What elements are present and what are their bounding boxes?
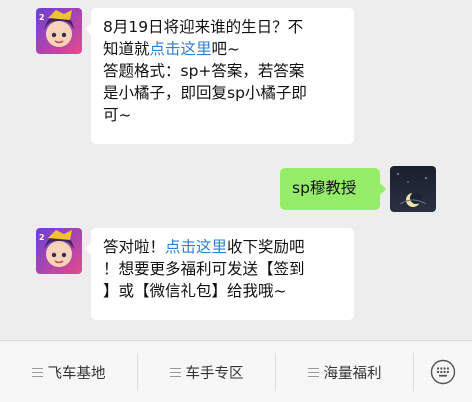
message-line: 答题格式：sp+答案，若答案	[103, 62, 305, 80]
message-line: 答对啦！点击这里收下奖励吧	[103, 238, 305, 256]
keyboard-icon	[430, 359, 456, 385]
menu-divider	[413, 353, 414, 391]
click-here-link[interactable]: 点击这里	[165, 238, 227, 256]
bot-avatar-icon: 2	[36, 8, 82, 54]
menu-item-welfare[interactable]: 海量福利	[276, 341, 413, 402]
bubble-tail	[380, 183, 386, 195]
message-line: ！想要更多福利可发送【签到	[103, 260, 305, 278]
bottom-menu-bar: 飞车基地 车手专区 海量福利	[0, 340, 472, 402]
message-line: 可~	[103, 106, 132, 124]
hamburger-icon	[31, 367, 43, 377]
bubble-tail	[85, 23, 91, 35]
chat-area: 2 8月19日将迎来谁的生日？不 知道就点击这里吧~ 答题格式：sp+答案，若答…	[0, 0, 472, 336]
svg-text:2: 2	[39, 233, 45, 242]
menu-item-driver-zone[interactable]: 车手专区	[138, 341, 275, 402]
menu-item-label: 车手专区	[185, 365, 244, 382]
menu-item-label: 飞车基地	[47, 365, 106, 382]
bot-avatar[interactable]: 2	[36, 228, 82, 274]
bubble-tail	[85, 243, 91, 255]
bot-message-1[interactable]: 8月19日将迎来谁的生日？不 知道就点击这里吧~ 答题格式：sp+答案，若答案 …	[85, 8, 354, 144]
click-here-link[interactable]: 点击这里	[150, 40, 212, 58]
user-message-text: sp穆教授	[292, 179, 357, 197]
bot-avatar-icon: 2	[36, 228, 82, 274]
bot-avatar[interactable]: 2	[36, 8, 82, 54]
hamburger-icon	[169, 367, 181, 377]
message-line: 8月19日将迎来谁的生日？不	[103, 18, 304, 36]
keyboard-toggle-button[interactable]	[430, 359, 456, 385]
message-line: 知道就点击这里吧~	[103, 40, 241, 58]
message-line: 】或【微信礼包】给我哦~	[103, 282, 287, 300]
moon-night-avatar-icon	[390, 166, 436, 212]
menu-item-feiche-base[interactable]: 飞车基地	[0, 341, 137, 402]
bot-message-2[interactable]: 答对啦！点击这里收下奖励吧 ！想要更多福利可发送【签到 】或【微信礼包】给我哦~	[85, 228, 354, 320]
message-line: 是小橘子，即回复sp小橘子即	[103, 84, 307, 102]
user-message[interactable]: sp穆教授	[280, 168, 386, 210]
hamburger-icon	[307, 367, 319, 377]
menu-item-label: 海量福利	[323, 365, 382, 382]
user-avatar[interactable]	[390, 166, 436, 212]
svg-text:2: 2	[39, 13, 45, 22]
